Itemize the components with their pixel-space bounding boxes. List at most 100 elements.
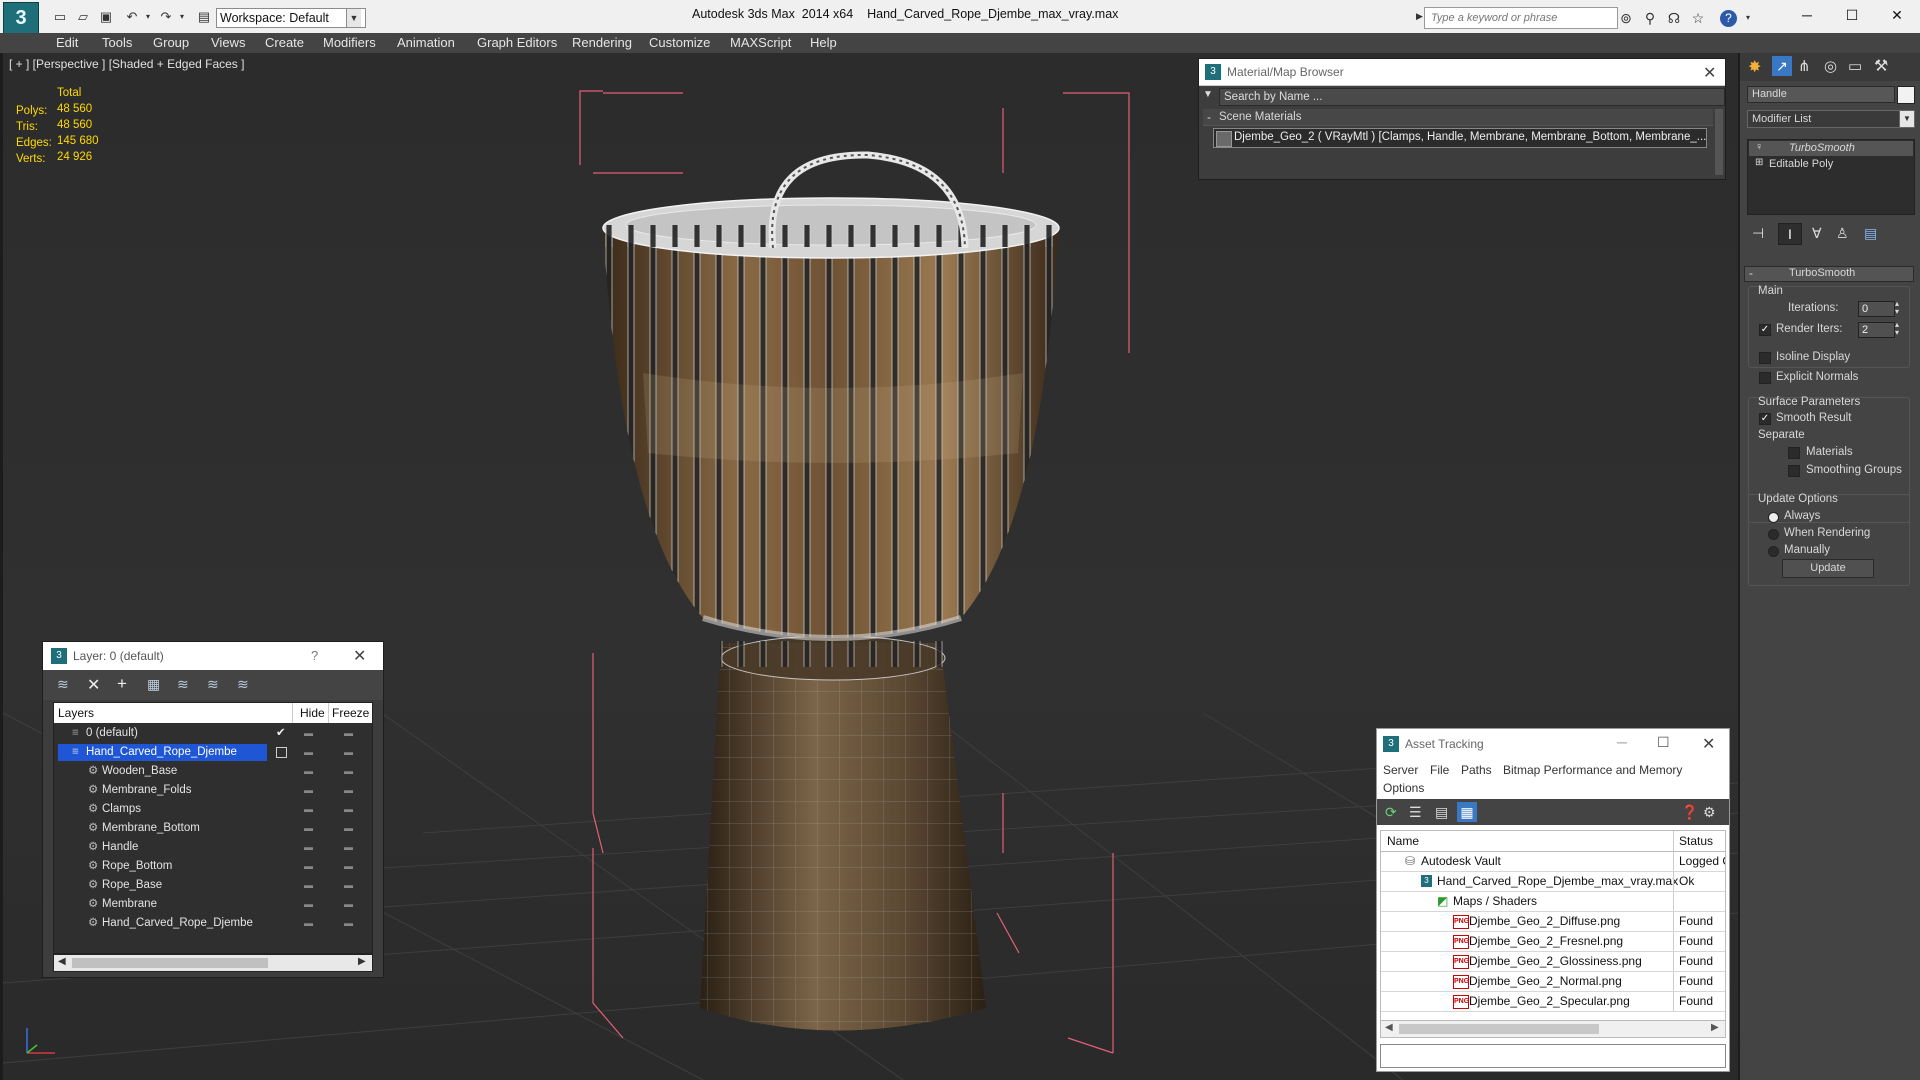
workspace-dropdown[interactable]: Workspace: Default [216, 8, 366, 28]
menu-group[interactable]: Group [153, 33, 189, 53]
project-folder-icon[interactable]: ▤ [196, 9, 212, 24]
highlight-layer-icon[interactable]: ≋ [177, 676, 189, 693]
modifier-list-dropdown[interactable]: Modifier List [1747, 110, 1915, 128]
lightbulb-icon[interactable]: ♀ [1755, 141, 1763, 153]
scroll-right-icon[interactable]: ▶ [358, 956, 366, 967]
when-rendering-radio[interactable] [1768, 529, 1779, 540]
utilities-tab-icon[interactable]: ⚒ [1874, 56, 1888, 76]
pin-stack-icon[interactable]: ⊣ [1752, 225, 1764, 242]
manually-radio[interactable] [1768, 546, 1779, 557]
browser-options-icon[interactable]: ▼ [1203, 89, 1217, 103]
spinner-arrows-icon[interactable]: ▴ ▾ [1895, 321, 1899, 337]
spinner-arrows-icon[interactable]: ▴ ▾ [1895, 300, 1899, 316]
close-icon[interactable]: ✕ [1703, 63, 1716, 83]
stack-item-editable-poly[interactable]: ⊞ Editable Poly [1749, 157, 1913, 172]
motion-tab-icon[interactable]: ◎ [1824, 57, 1837, 75]
app-logo-icon[interactable]: 3 [3, 2, 39, 34]
modify-tab-icon[interactable]: ↗ [1772, 56, 1792, 76]
delete-layer-icon[interactable]: ✕ [87, 675, 100, 695]
update-button[interactable]: Update [1782, 559, 1874, 578]
minimize-button[interactable]: ─ [1617, 734, 1627, 750]
hide-toggle[interactable]: ▬ [304, 819, 313, 838]
modifier-list-chevron-down-icon[interactable]: ▼ [1899, 110, 1915, 128]
freeze-toggle[interactable]: ▬ [344, 838, 353, 857]
layer-row[interactable]: ⚙ Membrane_Folds ▬ ▬ [54, 781, 372, 800]
asset-row[interactable]: PNG Djembe_Geo_2_Specular.png Found [1381, 992, 1725, 1012]
at-menu-bitmap-performance[interactable]: Bitmap Performance and Memory [1503, 763, 1682, 777]
settings-gear-icon[interactable]: ⚙ [1703, 804, 1716, 821]
layer-row[interactable]: ⚙ Clamps ▬ ▬ [54, 800, 372, 819]
scroll-left-icon[interactable]: ◀ [58, 956, 66, 967]
asset-row[interactable]: PNG Djembe_Geo_2_Normal.png Found [1381, 972, 1725, 992]
render-iters-checkbox[interactable]: ✓ [1759, 324, 1771, 336]
search-expand-icon[interactable]: ▶ [1416, 11, 1423, 22]
scrollbar-thumb[interactable] [72, 958, 268, 968]
hide-all-layers-icon[interactable]: ≋ [207, 676, 219, 693]
close-button[interactable]: ✕ [1874, 0, 1920, 30]
workspace-chevron-down-icon[interactable]: ▼ [346, 9, 361, 27]
hide-toggle[interactable]: ▬ [304, 724, 313, 743]
menu-tools[interactable]: Tools [102, 33, 132, 53]
at-menu-paths[interactable]: Paths [1461, 763, 1492, 777]
hide-toggle[interactable]: ▬ [304, 762, 313, 781]
menu-help[interactable]: Help [810, 33, 837, 53]
layer-row[interactable]: ⚙ Rope_Base ▬ ▬ [54, 876, 372, 895]
object-name-field[interactable]: Handle [1747, 86, 1895, 103]
viewport-label[interactable]: [ + ] [Perspective ] [Shaded + Edged Fac… [9, 57, 244, 71]
display-tab-icon[interactable]: ▭ [1848, 57, 1862, 75]
collapse-icon[interactable]: - [1749, 266, 1753, 280]
select-objects-icon[interactable]: ▦ [147, 676, 160, 693]
configure-sets-icon[interactable]: ▤ [1864, 225, 1877, 242]
hierarchy-tab-icon[interactable]: ⋔ [1798, 57, 1811, 75]
maximize-button[interactable]: ☐ [1829, 0, 1875, 30]
asset-horizontal-scrollbar[interactable]: ◀ ▶ [1380, 1020, 1726, 1038]
hide-toggle[interactable]: ▬ [304, 781, 313, 800]
scrollbar-thumb[interactable] [1399, 1024, 1599, 1034]
freeze-all-layers-icon[interactable]: ≋ [237, 676, 249, 693]
refresh-icon[interactable]: ⟳ [1385, 804, 1397, 821]
turbosmooth-rollout-header[interactable]: - TurboSmooth [1744, 266, 1914, 282]
layer-row[interactable]: ⚙ Wooden_Base ▬ ▬ [54, 762, 372, 781]
redo-icon[interactable]: ↷ [158, 9, 174, 24]
hide-toggle[interactable]: ▬ [304, 914, 313, 933]
maximize-button[interactable]: ☐ [1657, 734, 1670, 751]
hide-toggle[interactable]: ▬ [304, 838, 313, 857]
at-menu-file[interactable]: File [1430, 763, 1449, 777]
show-end-result-icon[interactable]: I [1778, 223, 1802, 245]
scene-materials-rollout[interactable]: - Scene Materials [1203, 109, 1713, 126]
layer-row[interactable]: ⚙ Handle ▬ ▬ [54, 838, 372, 857]
layer-row[interactable]: ⚙ Membrane_Bottom ▬ ▬ [54, 819, 372, 838]
material-item[interactable]: Djembe_Geo_2 ( VRayMtl ) [Clamps, Handle… [1213, 128, 1707, 148]
freeze-toggle[interactable]: ▬ [344, 876, 353, 895]
layer-row[interactable]: ≡ 0 (default) ✔ ▬ ▬ [54, 724, 372, 743]
material-browser-scrollbar[interactable] [1715, 109, 1723, 175]
new-file-icon[interactable]: ▭ [52, 9, 68, 24]
explicit-normals-checkbox[interactable] [1759, 372, 1771, 384]
freeze-toggle[interactable]: ▬ [344, 781, 353, 800]
layer-row[interactable]: ⚙ Membrane ▬ ▬ [54, 895, 372, 914]
set-current-box[interactable] [276, 747, 287, 758]
undo-icon[interactable]: ↶ [124, 9, 140, 24]
help-button[interactable]: ? [311, 648, 318, 663]
object-color-swatch[interactable] [1897, 86, 1915, 104]
freeze-toggle[interactable]: ▬ [344, 762, 353, 781]
separate-smoothing-groups-checkbox[interactable] [1788, 465, 1800, 477]
layer-row[interactable]: ⚙ Rope_Bottom ▬ ▬ [54, 857, 372, 876]
current-layer-check-icon[interactable]: ✔ [276, 724, 286, 743]
communication-icon[interactable]: ☊ [1666, 10, 1682, 26]
menu-rendering[interactable]: Rendering [572, 33, 632, 53]
always-radio[interactable] [1768, 512, 1779, 523]
hide-toggle[interactable]: ▬ [304, 800, 313, 819]
expand-plus-icon[interactable]: ⊞ [1755, 157, 1763, 168]
freeze-toggle[interactable]: ▬ [344, 914, 353, 933]
render-iters-spinner[interactable]: 2 [1858, 322, 1895, 338]
hide-toggle[interactable]: ▬ [304, 895, 313, 914]
iterations-spinner[interactable]: 0 [1858, 301, 1895, 317]
collapse-icon[interactable]: - [1207, 110, 1211, 124]
asset-row[interactable]: ◩ Maps / Shaders [1381, 892, 1725, 912]
favorites-star-icon[interactable]: ☆ [1690, 10, 1706, 26]
layer-horizontal-scrollbar[interactable]: ◀ ▶ [53, 954, 373, 972]
isoline-display-checkbox[interactable] [1759, 352, 1771, 364]
asset-row[interactable]: PNG Djembe_Geo_2_Fresnel.png Found [1381, 932, 1725, 952]
table-view-icon[interactable]: ▤ [1435, 804, 1448, 821]
